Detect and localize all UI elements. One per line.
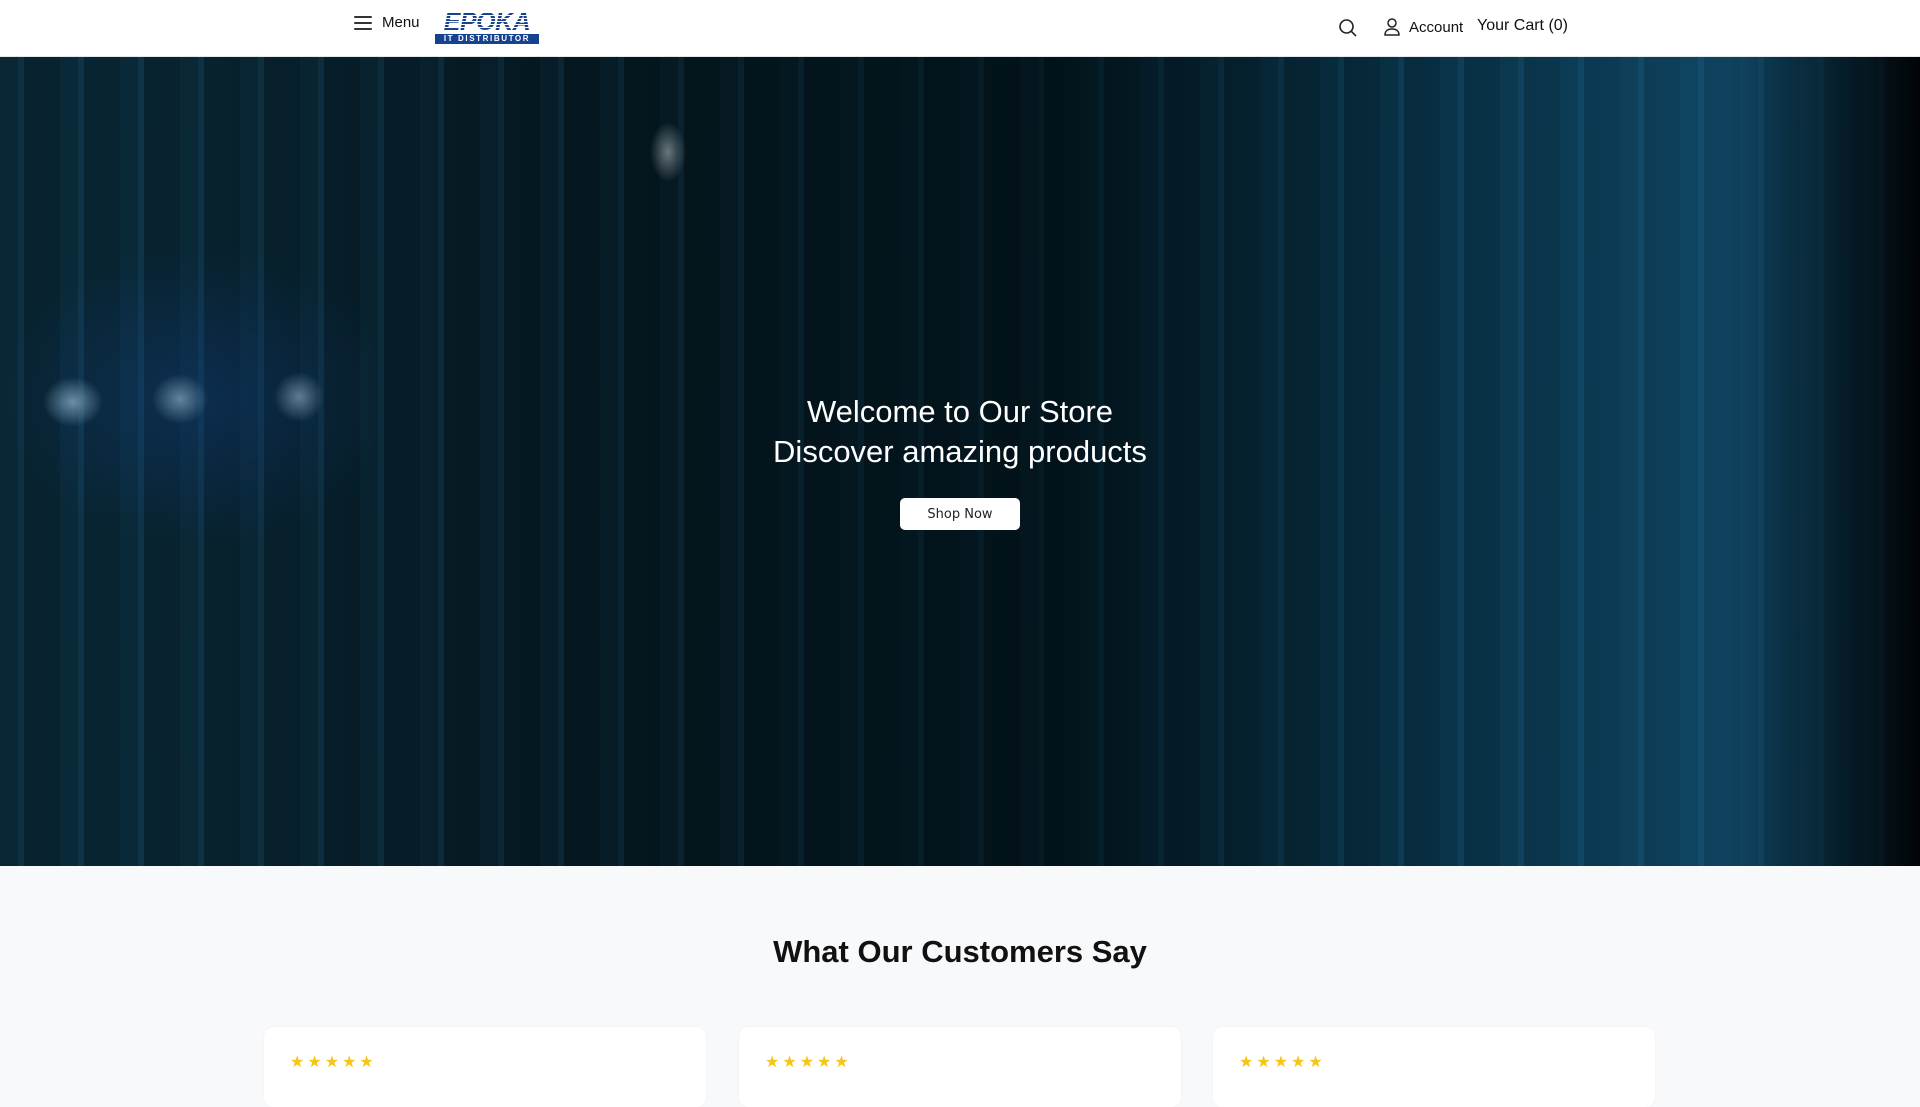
testimonial-card: ★★★★★ (739, 1027, 1181, 1107)
testimonial-card: ★★★★★ (264, 1027, 706, 1107)
site-header: Menu EPOKA IT DISTRIBUTOR Account Your C… (0, 0, 1920, 57)
star-rating: ★★★★★ (290, 1054, 377, 1071)
testimonial-card: ★★★★★ (1213, 1027, 1655, 1107)
hero-heading: Welcome to Our Store Discover amazing pr… (0, 392, 1920, 472)
shop-now-button[interactable]: Shop Now (900, 498, 1020, 530)
star-rating: ★★★★★ (765, 1054, 852, 1071)
user-icon (1384, 18, 1400, 36)
hero-line-2: Discover amazing products (773, 434, 1147, 469)
logo-text: EPOKA (435, 10, 539, 35)
star-rating: ★★★★★ (1239, 1054, 1326, 1071)
menu-button[interactable]: Menu (354, 14, 420, 31)
account-link[interactable]: Account (1383, 17, 1463, 37)
menu-label: Menu (382, 14, 420, 31)
hero-line-1: Welcome to Our Store (806, 394, 1114, 429)
testimonials-heading: What Our Customers Say (773, 934, 1147, 969)
hamburger-icon (354, 15, 372, 30)
cart-link[interactable]: Your Cart (0) (1477, 17, 1568, 35)
search-icon[interactable] (1338, 18, 1358, 38)
logo[interactable]: EPOKA IT DISTRIBUTOR (435, 10, 539, 44)
hero-banner: Welcome to Our Store Discover amazing pr… (0, 57, 1920, 866)
account-label: Account (1409, 18, 1464, 36)
logo-subtext: IT DISTRIBUTOR (435, 34, 539, 44)
